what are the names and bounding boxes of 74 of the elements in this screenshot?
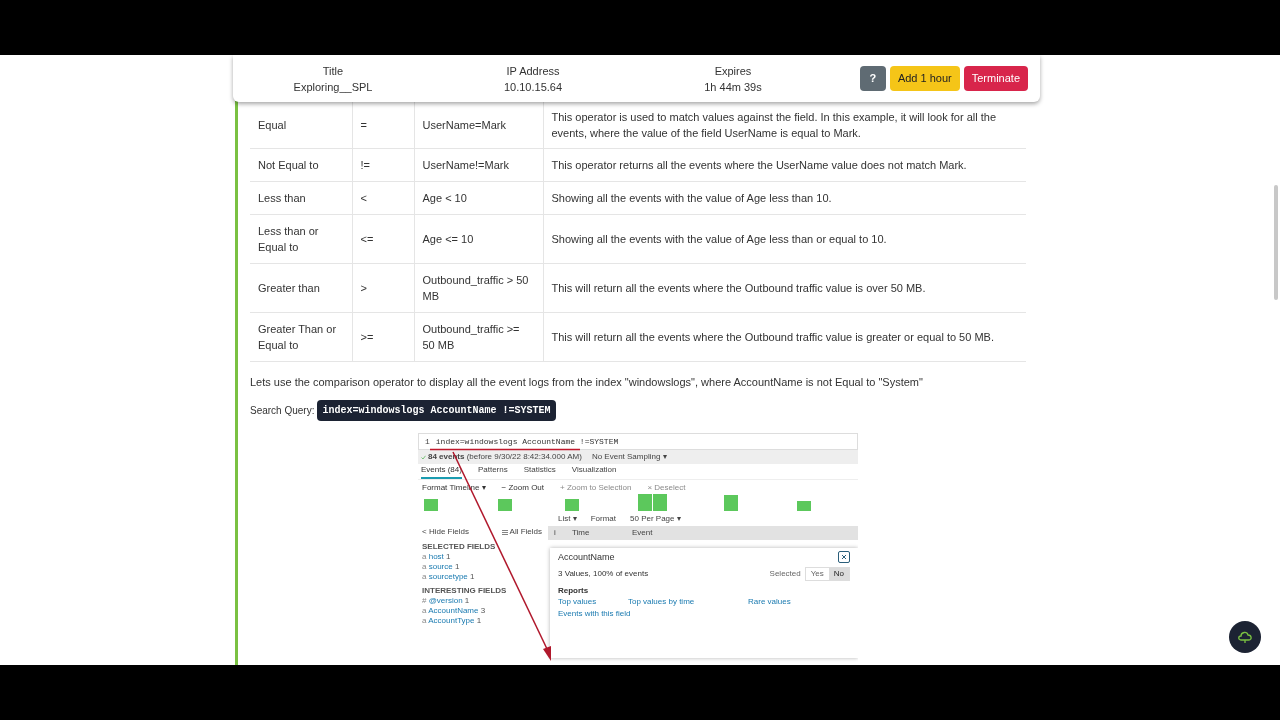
table-cell: >= xyxy=(352,312,414,361)
table-cell: Showing all the events with the value of Age less than or equal to 10. xyxy=(543,214,1026,263)
table-cell: UserName!=Mark xyxy=(414,148,543,181)
view-option[interactable]: List ▾ xyxy=(558,513,577,524)
table-cell: Less than xyxy=(250,181,352,214)
view-option[interactable]: Format xyxy=(590,513,616,524)
table-cell: > xyxy=(352,263,414,312)
reports-title: Reports xyxy=(558,586,590,596)
table-cell: != xyxy=(352,148,414,181)
column-header: i xyxy=(553,528,557,538)
field-link[interactable]: a source 1 xyxy=(422,562,548,572)
table-cell: Outbound_traffic >= 50 MB xyxy=(414,312,543,361)
results-tab[interactable]: Statistics xyxy=(523,465,556,479)
timeline-tool[interactable]: − Zoom Out xyxy=(501,482,545,493)
table-cell: Greater than xyxy=(250,263,352,312)
close-icon[interactable] xyxy=(838,551,850,563)
help-button[interactable]: ? xyxy=(859,66,886,91)
list-icon xyxy=(501,529,508,535)
field-label: IP Address xyxy=(506,63,560,79)
table-cell: <= xyxy=(352,214,414,263)
hide-fields-link[interactable]: < Hide Fields xyxy=(422,527,469,537)
search-query-label: Search Query: xyxy=(250,404,315,418)
field-link[interactable]: a sourcetype 1 xyxy=(422,572,548,582)
add-hour-button[interactable]: Add 1 hour xyxy=(889,66,960,91)
report-link[interactable]: Top values xyxy=(558,596,628,608)
popup-summary: 3 Values, 100% of events xyxy=(558,569,649,579)
table-cell: = xyxy=(352,102,414,148)
query-text: index=windowslogs AccountName !=SYSTEM xyxy=(435,436,619,447)
report-link[interactable]: Rare values xyxy=(748,596,850,608)
report-link[interactable]: Events with this field xyxy=(558,608,628,620)
table-cell: Age <= 10 xyxy=(414,214,543,263)
field-link[interactable]: a AccountName 3 xyxy=(422,606,548,616)
toggle-option[interactable]: No xyxy=(828,568,849,580)
field-link[interactable]: a host 1 xyxy=(422,552,548,562)
popup-title: AccountName xyxy=(558,552,615,562)
field-value: 10.10.15.64 xyxy=(503,79,563,95)
table-cell: Equal xyxy=(250,102,352,148)
field-label: Expires xyxy=(714,63,752,79)
field-value: Exploring__SPL xyxy=(293,79,373,95)
table-cell: UserName=Mark xyxy=(414,102,543,148)
terminate-button[interactable]: Terminate xyxy=(963,66,1028,91)
chat-button[interactable] xyxy=(1229,621,1261,653)
table-cell: Age < 10 xyxy=(414,181,543,214)
field-link[interactable]: # @version 1 xyxy=(422,596,548,606)
results-tab[interactable]: Patterns xyxy=(477,465,508,479)
check-icon xyxy=(421,454,426,460)
table-cell: Less than or Equal to xyxy=(250,214,352,263)
table-cell: Not Equal to xyxy=(250,148,352,181)
field-label: Title xyxy=(322,63,344,79)
table-cell: < xyxy=(352,181,414,214)
results-tab[interactable]: Visualization xyxy=(571,465,617,479)
selected-label: Selected xyxy=(769,569,801,579)
table-cell: Outbound_traffic > 50 MB xyxy=(414,263,543,312)
column-header: Event xyxy=(632,528,654,538)
field-group-title: INTERESTING FIELDS xyxy=(422,586,508,596)
field-group-title: SELECTED FIELDS xyxy=(422,542,497,552)
field-value: 1h 44m 39s xyxy=(704,79,762,95)
table-cell: This operator returns all the events where the UserName value does not match Mark. xyxy=(543,148,1026,181)
sampling-dropdown[interactable]: No Event Sampling ▾ xyxy=(591,452,667,462)
view-option[interactable]: 50 Per Page ▾ xyxy=(630,513,681,524)
table-cell: Showing all the events with the value of Age less than 10. xyxy=(543,181,1026,214)
column-header: Time xyxy=(572,528,591,538)
table-cell: This will return all the events where the Outbound traffic value is greater or equal to 50 MB. xyxy=(543,312,1026,361)
report-link[interactable]: Top values by time xyxy=(628,596,748,608)
line-number: 1 xyxy=(425,436,430,447)
cloud-icon xyxy=(1237,630,1253,644)
table-cell: This will return all the events where the Outbound traffic value is over 50 MB. xyxy=(543,263,1026,312)
results-tab[interactable]: Events (84) xyxy=(421,465,462,479)
field-link[interactable]: a AccountType 1 xyxy=(422,616,548,626)
code-snippet: index=windowslogs AccountName !=SYSTEM xyxy=(317,400,556,421)
table-cell: This operator is used to match values against the field. In this example, it will look for all the events, where the value of the field UserName is equal to Mark. xyxy=(543,102,1026,148)
all-fields-link[interactable]: All Fields xyxy=(509,527,542,537)
table-cell: Greater Than or Equal to xyxy=(250,312,352,361)
paragraph: Lets use the comparison operator to display all the event logs from the index "windowslogs", where AccountName is not Equal to "System" xyxy=(250,374,924,390)
